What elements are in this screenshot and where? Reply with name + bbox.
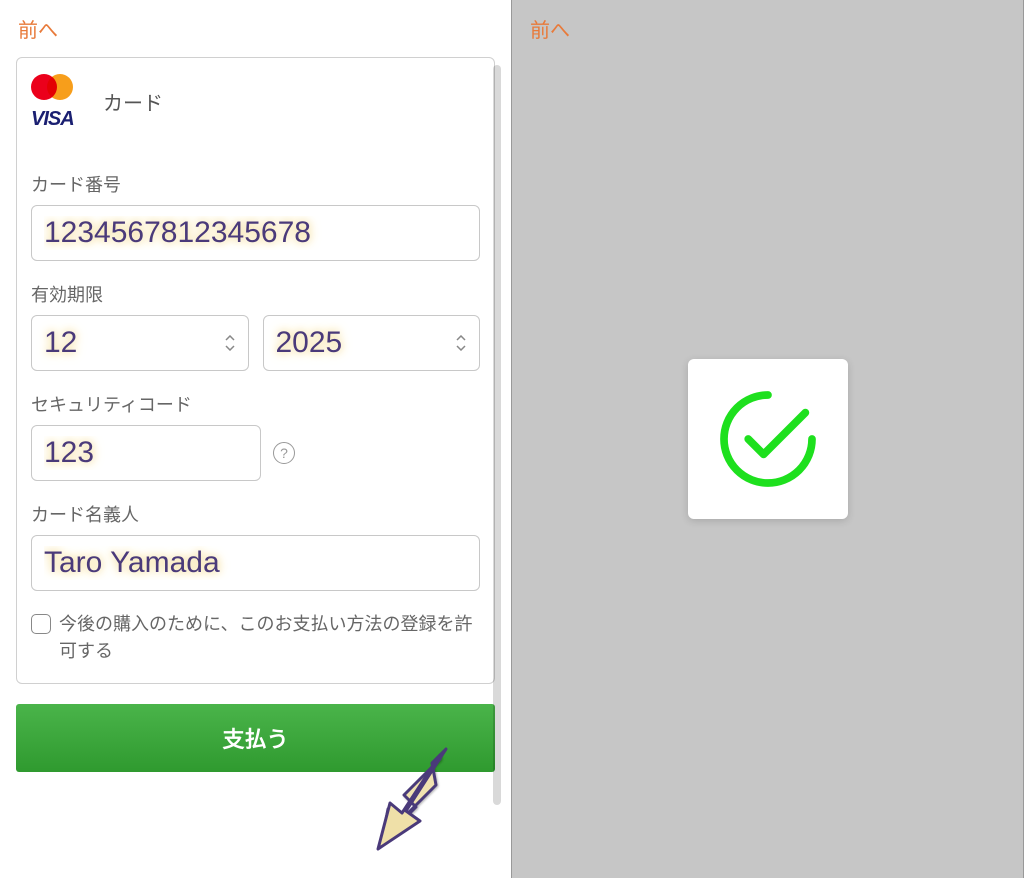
save-payment-label: 今後の購入のために、このお支払い方法の登録を許可する [59, 611, 480, 665]
card-number-label: カード番号 [31, 171, 480, 197]
chevron-updown-icon [225, 333, 239, 353]
mastercard-icon [31, 72, 79, 102]
card-number-group: カード番号 [31, 171, 480, 261]
expiry-year-select[interactable]: 2025 [263, 315, 481, 371]
visa-icon: VISA [31, 108, 79, 131]
brand-icons: VISA [31, 72, 79, 131]
back-link[interactable]: 前へ [512, 0, 1023, 57]
expiry-label: 有効期限 [31, 281, 480, 307]
pay-button[interactable]: 支払う [16, 704, 495, 772]
expiry-month-value: 12 [31, 315, 249, 371]
help-icon[interactable]: ? [273, 442, 295, 464]
success-card [688, 359, 848, 519]
holder-input[interactable] [31, 535, 480, 591]
save-payment-row[interactable]: 今後の購入のために、このお支払い方法の登録を許可する [31, 611, 480, 665]
back-link[interactable]: 前へ [0, 0, 511, 57]
holder-group: カード名義人 [31, 501, 480, 591]
save-payment-checkbox[interactable] [31, 614, 51, 634]
scrollbar[interactable] [493, 65, 501, 805]
cvv-group: セキュリティコード ? [31, 391, 480, 481]
payment-form-pane: 前へ VISA カード カード番号 [0, 0, 512, 878]
cvv-input[interactable] [31, 425, 261, 481]
checkmark-icon [713, 384, 823, 494]
expiry-group: 有効期限 12 2025 [31, 281, 480, 371]
expiry-month-select[interactable]: 12 [31, 315, 249, 371]
expiry-year-value: 2025 [263, 315, 481, 371]
holder-label: カード名義人 [31, 501, 480, 527]
card-number-input[interactable] [31, 205, 480, 261]
form-scroll-area: VISA カード カード番号 有効期限 12 [0, 57, 511, 878]
chevron-updown-icon [456, 333, 470, 353]
card-type-label: カード [103, 87, 163, 116]
card-form: VISA カード カード番号 有効期限 12 [16, 57, 495, 684]
cvv-label: セキュリティコード [31, 391, 480, 417]
confirmation-pane: 前へ [512, 0, 1024, 878]
card-brand-row: VISA カード [31, 72, 480, 131]
